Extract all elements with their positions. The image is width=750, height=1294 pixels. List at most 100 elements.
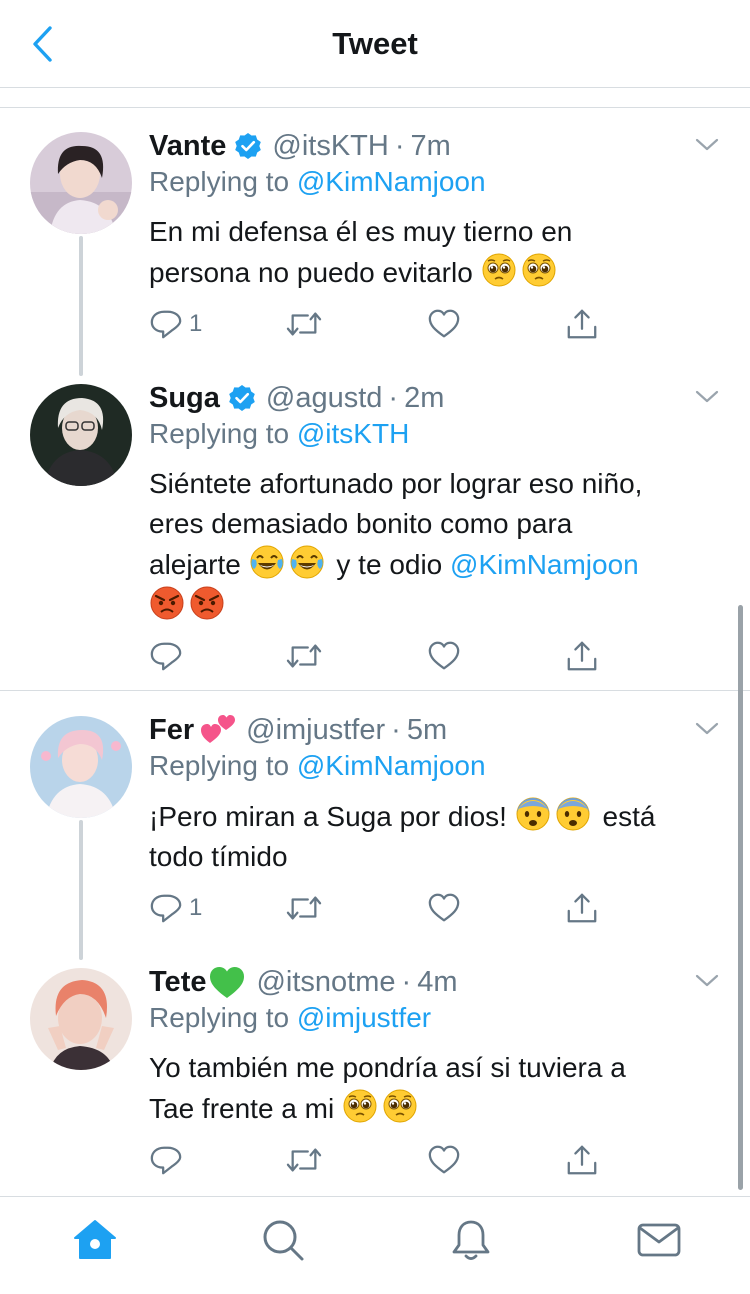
tweet-text: ¡Pero miran a Suga por dios! está todo t… [149, 796, 719, 877]
reply-icon [149, 639, 183, 673]
mention-link[interactable]: @KimNamjoon [450, 549, 639, 580]
share-button[interactable] [565, 1140, 599, 1180]
retweet-button[interactable] [285, 304, 323, 344]
retweet-button[interactable] [285, 888, 323, 928]
avatar[interactable] [30, 716, 132, 818]
display-name[interactable]: Tete [149, 966, 206, 999]
share-icon [565, 891, 599, 925]
tweet-text-line: En mi defensa él es muy tierno en [149, 216, 573, 247]
retweet-button[interactable] [285, 1140, 323, 1180]
timestamp: 5m [406, 713, 448, 746]
tears-of-joy-emoji-icon [289, 544, 325, 580]
share-button[interactable] [565, 888, 599, 928]
page-title: Tweet [332, 26, 418, 61]
reply-button[interactable]: 1 [149, 888, 202, 928]
replying-to-link[interactable]: @KimNamjoon [297, 166, 486, 197]
share-button[interactable] [565, 304, 599, 344]
chevron-down-icon[interactable] [694, 134, 720, 154]
tab-search[interactable] [258, 1215, 308, 1265]
display-name[interactable]: Fer [149, 714, 194, 747]
reply-button[interactable]: 1 [149, 304, 202, 344]
heart-icon [427, 1143, 461, 1177]
verified-badge-icon [234, 132, 262, 160]
like-button[interactable] [427, 304, 461, 344]
replying-to-link[interactable]: @KimNamjoon [297, 750, 486, 781]
like-button[interactable] [427, 636, 461, 676]
verified-badge-icon [228, 384, 256, 412]
tweet-text: Yo también me pondría así si tuviera a T… [149, 1048, 719, 1129]
tweet[interactable]: Fer @imjustfer · 5m Replying to @KimNamj… [0, 712, 750, 942]
angry-face-emoji-icon [189, 585, 225, 621]
reply-button[interactable] [149, 1140, 189, 1180]
separator-dot: · [391, 713, 401, 746]
notifications-icon [452, 1220, 490, 1260]
messages-icon [637, 1223, 681, 1257]
replying-to-label: Replying to [149, 418, 290, 449]
like-button[interactable] [427, 888, 461, 928]
heart-icon [427, 639, 461, 673]
replying-to: Replying to @imjustfer [149, 1002, 431, 1034]
replying-to-label: Replying to [149, 1002, 290, 1033]
timestamp: 7m [410, 129, 451, 162]
retweet-icon [285, 1143, 323, 1177]
reply-count: 1 [189, 894, 203, 921]
replying-to: Replying to @KimNamjoon [149, 750, 486, 782]
display-name[interactable]: Vante [149, 130, 226, 163]
like-button[interactable] [427, 1140, 461, 1180]
tweet-text-line: Siéntete afortunado por lograr eso niño, [149, 468, 643, 499]
reply-icon [149, 1143, 183, 1177]
pleading-face-emoji-icon [521, 252, 557, 288]
heart-icon [427, 307, 461, 341]
tweet-text-line: y te odio [336, 549, 443, 580]
reply-count: 1 [189, 310, 203, 337]
user-handle[interactable]: @imjustfer [246, 714, 385, 747]
retweet-icon [285, 891, 323, 925]
pleading-face-emoji-icon [382, 1088, 418, 1124]
tweet[interactable]: Tete @itsnotme · 4m Replying to @imjustf… [0, 964, 750, 1194]
timestamp: 2m [404, 381, 445, 414]
replying-to-link[interactable]: @itsKTH [297, 418, 409, 449]
reply-icon [149, 307, 183, 341]
two-hearts-emoji-icon [201, 715, 236, 743]
avatar[interactable] [30, 132, 132, 234]
reply-button[interactable] [149, 636, 189, 676]
tweet[interactable]: Vante @itsKTH · 7m Replying to @KimNamjo… [0, 128, 750, 358]
search-icon [263, 1220, 304, 1261]
display-name[interactable]: Suga [149, 382, 220, 415]
scrollbar[interactable] [738, 605, 743, 1190]
avatar[interactable] [30, 384, 132, 486]
tweet-actions: 1 [149, 304, 609, 344]
tweet[interactable]: Suga @agustd · 2m Replying to @itsKTH Si… [0, 380, 750, 680]
tab-messages[interactable] [634, 1215, 684, 1265]
user-handle[interactable]: @itsnotme [256, 966, 395, 999]
tweet-text-line: todo tímido [149, 841, 288, 872]
replying-to-link[interactable]: @imjustfer [297, 1002, 431, 1033]
chevron-down-icon[interactable] [694, 718, 720, 738]
retweet-button[interactable] [285, 636, 323, 676]
share-icon [565, 307, 599, 341]
tears-of-joy-emoji-icon [249, 544, 285, 580]
angry-face-emoji-icon [149, 585, 185, 621]
retweet-icon [285, 307, 323, 341]
chevron-down-icon[interactable] [694, 970, 720, 990]
share-icon [565, 1143, 599, 1177]
tweet-text-line: alejarte [149, 549, 241, 580]
tweet-text-line: Tae frente a mi [149, 1093, 335, 1124]
share-button[interactable] [565, 636, 599, 676]
chevron-down-icon[interactable] [694, 386, 720, 406]
fearful-face-emoji-icon [555, 796, 591, 832]
tweet-text: Siéntete afortunado por lograr eso niño,… [149, 464, 719, 626]
tweet-actions [149, 1140, 609, 1180]
separator-dot: · [394, 129, 405, 162]
top-navigation-bar: Tweet [0, 0, 750, 88]
tweet-actions [149, 636, 609, 676]
tweet-actions: 1 [149, 888, 609, 928]
tab-notifications[interactable] [446, 1215, 496, 1265]
reply-icon [149, 891, 183, 925]
tab-home[interactable] [70, 1215, 120, 1265]
avatar[interactable] [30, 968, 132, 1070]
user-handle[interactable]: @agustd [266, 382, 383, 415]
tweet-text-line: persona no puedo evitarlo [149, 257, 473, 288]
user-handle[interactable]: @itsKTH [272, 130, 388, 163]
separator-dot: · [388, 381, 399, 414]
